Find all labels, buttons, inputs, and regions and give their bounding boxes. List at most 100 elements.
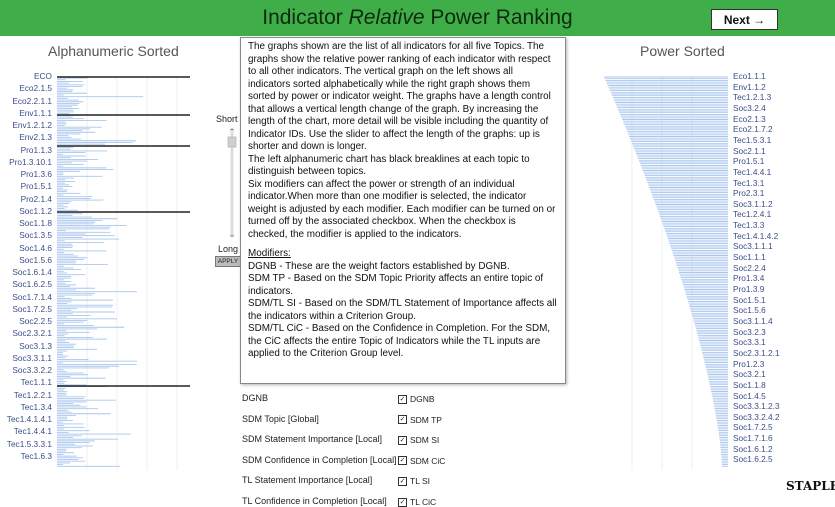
left-indicator-label: Soc1.7.2.5 [12, 303, 52, 314]
description-panel: The graphs shown are the list of all ind… [240, 37, 566, 384]
right-indicator-label: Soc3.2.4 [733, 102, 766, 113]
checkbox-label: SDM TP [410, 414, 442, 425]
right-indicator-label: Tec1.2.4.1 [733, 209, 772, 220]
left-indicator-label: Soc1.3.5 [19, 230, 52, 241]
modifier-desc-dgnb: DGNB - These are the weight factors esta… [248, 260, 510, 272]
left-indicator-label: Pro1.5.1 [20, 181, 52, 192]
next-button[interactable]: Next → [711, 9, 778, 30]
right-indicator-label: Soc2.1.1 [733, 145, 766, 156]
right-indicator-label: Soc1.6.2.5 [733, 454, 773, 465]
modifier-label: SDM Statement Importance [Local] [242, 434, 383, 445]
left-indicator-label: Soc3.1.3 [19, 340, 52, 351]
left-indicator-label: Eco2.2.1.1 [12, 95, 52, 106]
right-indicator-label: Soc3.2.3 [733, 326, 766, 337]
modifier-desc-si: SDM/TL SI - Based on the SDM/TL Statemen… [248, 298, 557, 322]
right-indicator-label: Soc3.1.1.1 [733, 241, 773, 252]
right-indicator-label: Soc2.3.1.2.1 [733, 347, 780, 358]
left-indicator-label: Soc3.3.1.1 [12, 352, 52, 363]
modifier-checkbox[interactable]: ✓ SDM SI [398, 435, 439, 445]
right-indicator-label: Tec1.5.3.1 [733, 134, 772, 145]
left-indicator-label: ECO [34, 71, 52, 81]
right-indicator-label: Tec1.3.1 [733, 177, 765, 188]
left-indicator-label: Soc1.6.1.4 [12, 267, 52, 277]
right-indicator-label: Eco2.1.3 [733, 113, 766, 124]
right-indicator-label: Env1.1.2 [733, 81, 766, 92]
left-indicator-label: Pro1.1.3 [20, 144, 52, 155]
left-indicator-label: Soc2.2.5 [19, 316, 52, 326]
checkbox-label: TL CiC [410, 497, 437, 507]
right-indicator-label: Pro1.3.4 [733, 273, 765, 284]
left-indicator-label: Pro1.3.6 [20, 169, 52, 179]
checkbox-icon[interactable]: ✓ [398, 497, 407, 507]
right-indicator-label: Soc3.3.1 [733, 337, 766, 348]
right-indicator-label: Soc1.1.8 [733, 379, 766, 390]
description-p3: Six modifiers can affect the power or st… [248, 178, 556, 240]
power-chart [604, 76, 728, 470]
left-panel-heading: Alphanumeric Sorted [48, 43, 179, 59]
left-indicator-label: Soc1.1.8 [19, 218, 52, 228]
right-indicator-label: Soc1.7.2.5 [733, 422, 773, 433]
left-indicator-label: Tec1.4.4.1 [13, 426, 52, 437]
modifier-checkbox[interactable]: ✓ SDM TP [398, 415, 442, 425]
left-indicator-label: Env2.1.3 [19, 132, 52, 143]
modifier-checkbox[interactable]: ✓ SDM CiC [398, 456, 445, 466]
right-panel-heading: Power Sorted [640, 43, 725, 59]
right-indicator-label: Tec1.3.3 [733, 220, 765, 231]
left-indicator-label: Tec1.2.2.1 [13, 389, 52, 400]
right-indicator-label: Soc1.7.1.6 [733, 433, 773, 444]
left-indicator-label: Tec1.4.1.4.1 [6, 414, 52, 424]
right-indicator-label: Pro1.5.1 [733, 156, 765, 167]
left-indicator-label: Eco2.1.5 [19, 83, 52, 94]
checkbox-label: SDM SI [410, 435, 440, 446]
right-indicator-label: Tec1.4.4.1 [733, 166, 772, 177]
modifier-label: SDM Topic [Global] [242, 413, 319, 424]
checkbox-label: DGNB [410, 394, 435, 404]
right-indicator-label: Soc1.6.1.2 [733, 443, 773, 454]
modifiers-heading: Modifiers: [248, 248, 291, 259]
right-indicator-label: Soc3.3.1.2.3 [733, 401, 780, 412]
right-indicator-label: Pro2.3.1 [733, 188, 765, 199]
checkbox-icon[interactable]: ✓ [398, 476, 407, 486]
description-p1: The graphs shown are the list of all ind… [248, 41, 551, 152]
left-indicator-label: Tec1.5.3.3.1 [6, 438, 52, 449]
right-indicator-label: Pro1.2.3 [733, 358, 765, 369]
description-p2: The left alphanumeric chart has black br… [248, 153, 530, 178]
apply-button[interactable]: APPLY [215, 256, 241, 267]
checkbox-icon[interactable]: ✓ [398, 435, 407, 445]
right-indicator-label: Soc1.4.5 [733, 390, 766, 401]
left-indicator-label: Soc2.3.2.1 [12, 328, 52, 339]
modifier-checkbox[interactable]: ✓ TL SI [398, 476, 430, 486]
checkbox-label: SDM CiC [410, 455, 446, 466]
right-indicator-label: Soc1.5.1 [733, 294, 766, 305]
checkbox-label: TL SI [410, 476, 430, 487]
slider-short-label: Short [216, 114, 238, 124]
right-indicator-label: Eco2.1.7.2 [733, 124, 773, 135]
checkbox-icon[interactable]: ✓ [398, 415, 407, 425]
left-indicator-label: Pro2.1.4 [20, 193, 52, 204]
modifier-label: DGNB [242, 393, 269, 403]
right-indicator-label: Soc3.2.1 [733, 369, 766, 380]
left-indicator-label: Soc1.6.2.5 [12, 279, 52, 290]
left-indicator-label: Soc1.7.1.4 [12, 291, 52, 302]
modifier-label: TL Confidence in Completion [Local] [242, 496, 387, 506]
left-indicator-label: Soc1.5.6 [19, 254, 52, 265]
right-indicator-label: Soc3.1.1.2 [733, 198, 773, 209]
right-indicator-label: Soc3.1.1.4 [733, 315, 773, 326]
left-indicator-label: Tec1.6.3 [20, 450, 52, 461]
left-indicator-label: Soc3.3.2.2 [12, 365, 52, 375]
left-indicator-label: Env1.2.1.2 [12, 120, 52, 130]
slider-long-label: Long [218, 244, 239, 254]
right-indicator-label: Pro1.3.9 [733, 284, 765, 294]
modifier-label: SDM Confidence in Completion [Local] [242, 454, 397, 465]
right-indicator-label: Soc1.1.1 [733, 252, 766, 263]
modifier-checkbox[interactable]: ✓ DGNB [398, 394, 435, 404]
left-indicator-label: Pro1.3.10.1 [9, 156, 52, 167]
right-indicator-label: Eco1.1.1 [733, 71, 766, 81]
length-slider[interactable]: ⌃ ⌄ [225, 125, 239, 241]
checkbox-icon[interactable]: ✓ [398, 394, 407, 404]
right-indicator-label: Tec1.2.1.3 [733, 92, 772, 103]
checkbox-icon[interactable]: ✓ [398, 456, 407, 466]
modifier-checkbox[interactable]: ✓ TL CiC [398, 497, 436, 507]
right-indicator-label: Soc3.3.2.4.2 [733, 411, 780, 422]
page-title: Indicator Relative Power Ranking [262, 6, 573, 29]
